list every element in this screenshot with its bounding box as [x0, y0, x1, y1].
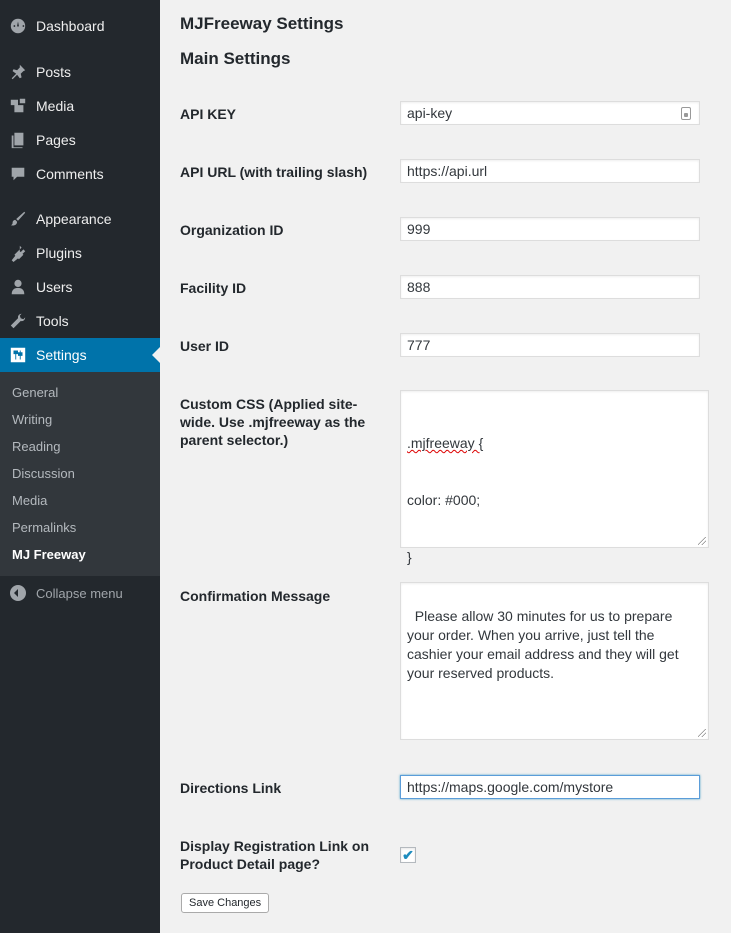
css-line-1: .mjfreeway {: [407, 434, 702, 453]
menu-item-plugins[interactable]: Plugins: [0, 236, 160, 270]
submenu-item-permalinks[interactable]: Permalinks: [12, 520, 76, 535]
resize-handle-icon[interactable]: [698, 729, 706, 737]
password-manager-icon[interactable]: [681, 107, 691, 120]
collapse-menu-label: Collapse menu: [36, 585, 123, 601]
page-title: MJFreeway Settings: [180, 14, 344, 33]
submenu-item-discussion[interactable]: Discussion: [12, 466, 75, 481]
menu-item-posts[interactable]: Posts: [0, 55, 160, 89]
admin-sidebar: Dashboard Posts Media Pages Comments App…: [0, 0, 160, 933]
submenu-item-writing[interactable]: Writing: [12, 412, 52, 427]
directions-link-label: Directions Link: [180, 780, 282, 796]
api-key-label: API KEY: [180, 106, 237, 122]
menu-item-media[interactable]: Media: [0, 89, 160, 123]
settings-submenu: General Writing Reading Discussion Media…: [0, 372, 160, 576]
menu-item-label: Plugins: [36, 245, 82, 261]
users-icon: [8, 277, 28, 297]
media-icon: [8, 96, 28, 116]
menu-item-pages[interactable]: Pages: [0, 123, 160, 157]
wrench-icon: [8, 311, 28, 331]
menu-item-label: Pages: [36, 132, 76, 148]
api-url-label: API URL (with trailing slash): [180, 164, 368, 180]
comments-icon: [8, 164, 28, 184]
facility-id-label: Facility ID: [180, 280, 247, 296]
organization-id-input[interactable]: 999: [400, 217, 700, 241]
save-changes-button[interactable]: Save Changes: [181, 893, 270, 913]
registration-link-checkbox[interactable]: ✔: [400, 847, 416, 863]
pin-icon: [8, 62, 28, 82]
submenu-item-general[interactable]: General: [12, 385, 58, 400]
css-line-2: color: #000;: [407, 492, 481, 508]
resize-handle-icon[interactable]: [698, 537, 706, 545]
user-id-label: User ID: [180, 338, 230, 354]
user-id-input[interactable]: 777: [400, 333, 700, 357]
collapse-arrow-icon: [10, 585, 26, 601]
dashboard-icon: [8, 16, 28, 36]
submenu-item-mj-freeway[interactable]: MJ Freeway: [12, 547, 86, 562]
menu-item-users[interactable]: Users: [0, 270, 160, 304]
menu-item-tools[interactable]: Tools: [0, 304, 160, 338]
registration-link-label: Display Registration Link on Product Det…: [180, 838, 370, 872]
menu-item-label: Comments: [36, 166, 104, 182]
menu-item-dashboard[interactable]: Dashboard: [0, 9, 160, 43]
api-key-value: api-key: [407, 105, 453, 121]
checkmark-icon: ✔: [402, 846, 414, 863]
submenu-item-media[interactable]: Media: [12, 493, 47, 508]
collapse-menu-button[interactable]: Collapse menu: [0, 580, 160, 606]
menu-item-label: Media: [36, 98, 75, 114]
confirmation-message-label: Confirmation Message: [180, 588, 331, 604]
menu-item-settings[interactable]: Settings: [0, 338, 160, 372]
menu-item-comments[interactable]: Comments: [0, 157, 160, 191]
settings-icon: [8, 345, 28, 365]
custom-css-label: Custom CSS (Applied site-wide. Use .mjfr…: [180, 396, 366, 448]
organization-id-label: Organization ID: [180, 222, 284, 238]
menu-item-label: Posts: [36, 64, 72, 80]
custom-css-textarea[interactable]: .mjfreeway { color: #000; }: [400, 390, 709, 565]
menu-item-label: Appearance: [36, 211, 112, 227]
menu-item-label: Settings: [36, 347, 87, 363]
confirmation-message-value: Please allow 30 minutes for us to prepar…: [407, 608, 683, 681]
facility-id-input[interactable]: 888: [400, 275, 700, 299]
confirmation-message-textarea[interactable]: Please allow 30 minutes for us to prepar…: [400, 582, 709, 740]
section-title: Main Settings: [180, 49, 291, 68]
menu-item-label: Users: [36, 279, 73, 295]
directions-link-input[interactable]: https://maps.google.com/mystore: [400, 775, 700, 799]
api-url-input[interactable]: https://api.url: [400, 159, 700, 183]
submenu-item-reading[interactable]: Reading: [12, 439, 60, 454]
api-key-input[interactable]: api-key: [400, 101, 700, 125]
pages-icon: [8, 130, 28, 150]
menu-item-appearance[interactable]: Appearance: [0, 202, 160, 236]
css-line-3: }: [407, 549, 412, 565]
css-line-1-text: .mjfreeway {: [407, 435, 484, 451]
menu-item-label: Tools: [36, 313, 69, 329]
menu-item-label: Dashboard: [36, 18, 105, 34]
plugins-icon: [8, 243, 28, 263]
paintbrush-icon: [8, 209, 28, 229]
